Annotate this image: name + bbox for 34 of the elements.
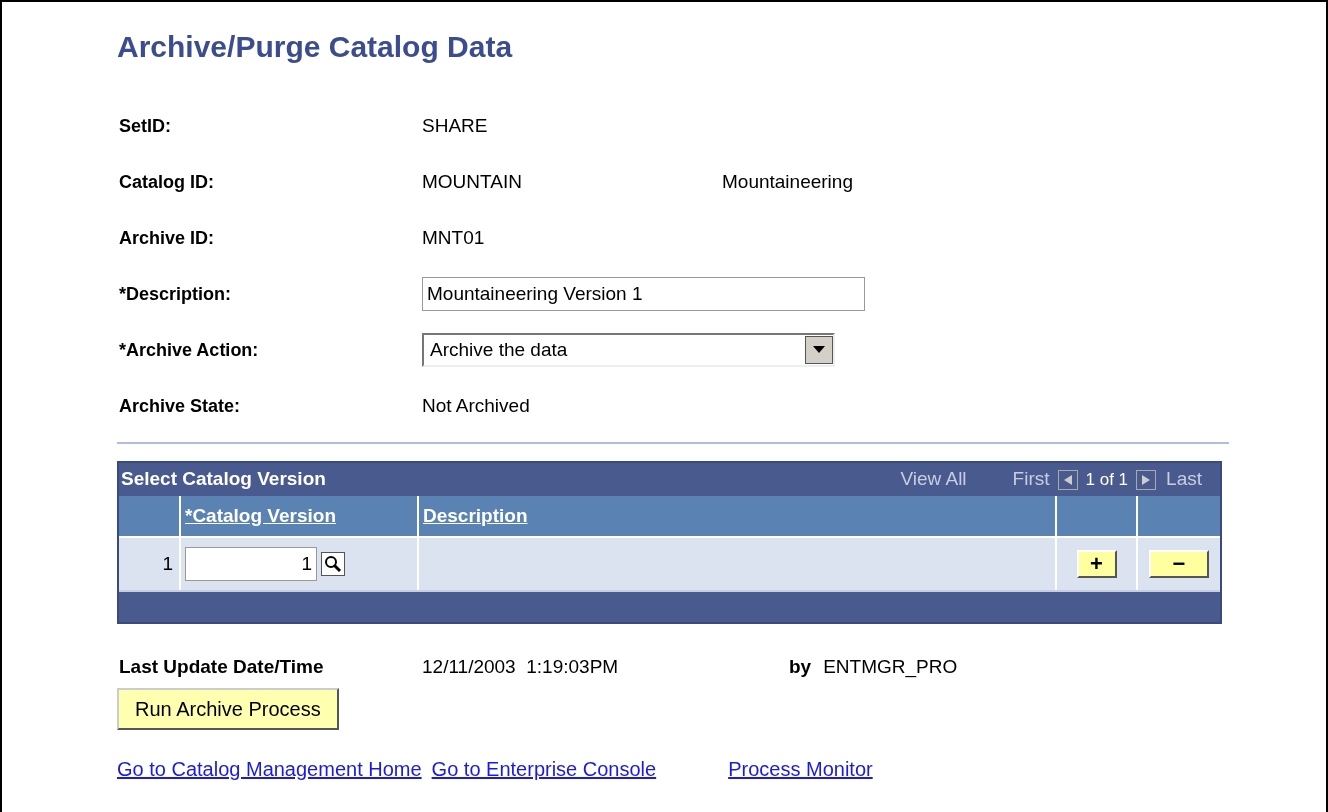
add-row-button[interactable]: +: [1076, 550, 1117, 578]
last-update-label: Last Update Date/Time: [118, 654, 325, 679]
updated-by-value: ENTMGR_PRO: [823, 654, 958, 680]
row-number: 1: [162, 551, 173, 576]
field-label: *Archive Action:: [118, 338, 260, 362]
field-label: SetID:: [118, 114, 172, 138]
field-value: Mountaineering: [722, 169, 853, 194]
next-icon[interactable]: [1136, 469, 1157, 490]
process-monitor-link[interactable]: Process Monitor: [728, 754, 873, 784]
archive-action-select[interactable]: Archive the data: [422, 333, 835, 367]
field-value: MNT01: [422, 225, 486, 250]
view-all-link[interactable]: View All: [900, 465, 967, 494]
description-input[interactable]: Mountaineering Version 1: [422, 277, 865, 311]
field-value: MOUNTAIN: [422, 169, 523, 194]
field-label: *Description:: [118, 282, 233, 306]
enterprise-console-link[interactable]: Go to Enterprise Console: [431, 754, 657, 784]
page-count: 1 of 1: [1085, 468, 1129, 491]
by-label: by: [789, 654, 812, 679]
field-label: Archive ID:: [118, 226, 216, 250]
previous-icon[interactable]: [1057, 469, 1078, 490]
delete-row-button[interactable]: −: [1149, 550, 1209, 578]
page-title: Archive/Purge Catalog Data: [117, 29, 514, 65]
run-archive-process-button[interactable]: Run Archive Process: [117, 688, 339, 730]
catalog-home-link[interactable]: Go to Catalog Management Home: [117, 754, 422, 784]
catalog-version-input[interactable]: 1: [185, 547, 317, 581]
field-label: Archive State:: [118, 394, 242, 418]
column-header[interactable]: *Catalog Version: [185, 501, 336, 531]
field-label: Catalog ID:: [118, 170, 215, 194]
field-value: Not Archived: [422, 393, 531, 418]
grid-title: Select Catalog Version: [121, 467, 327, 492]
field-value: SHARE: [422, 113, 489, 138]
last-update-value: 12/11/2003 1:19:03PM: [422, 654, 620, 679]
search-icon[interactable]: [321, 552, 345, 576]
column-header[interactable]: Description: [423, 501, 528, 531]
